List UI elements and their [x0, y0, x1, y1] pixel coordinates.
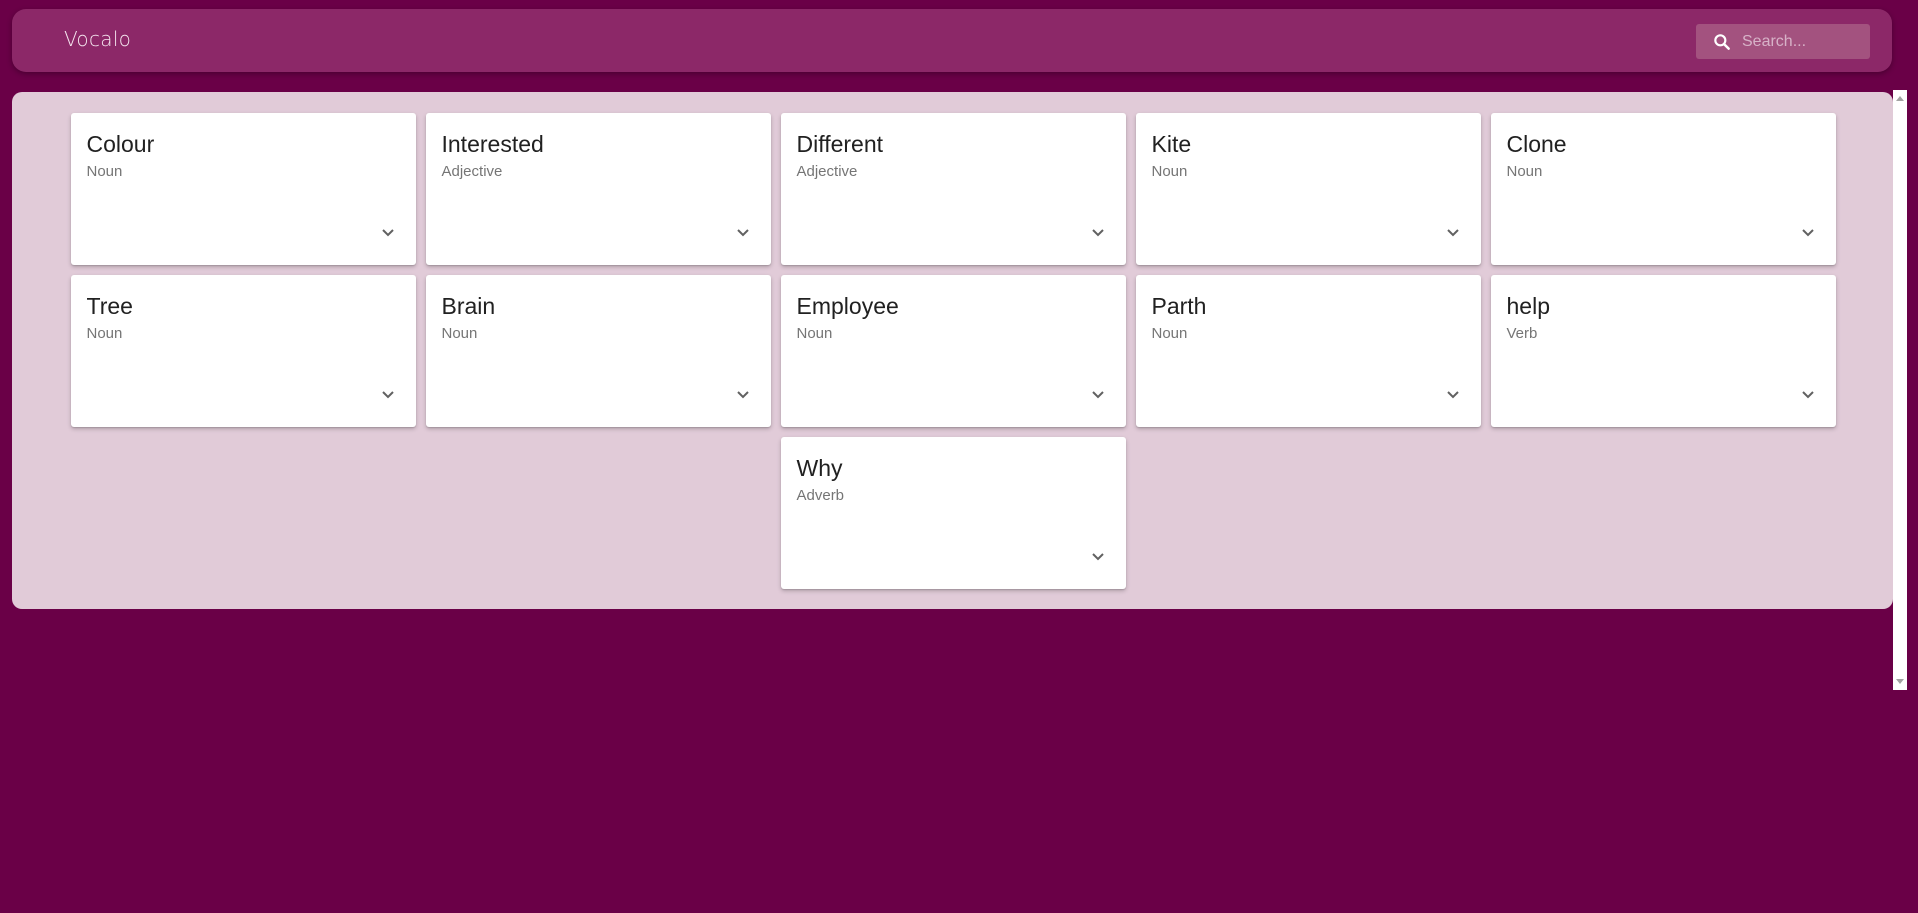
word-card-grid: Colour Noun Interested Adjective Differe… — [70, 113, 1836, 589]
chevron-down-icon — [1091, 391, 1104, 399]
card-word: Kite — [1151, 131, 1192, 157]
word-card[interactable]: Why Adverb — [780, 437, 1126, 589]
word-card[interactable]: Colour Noun — [70, 113, 416, 265]
expand-button[interactable] — [1796, 221, 1820, 245]
expand-button[interactable] — [1441, 383, 1465, 407]
chevron-down-icon — [381, 229, 394, 237]
chevron-down-icon — [736, 229, 749, 237]
word-card[interactable]: Parth Noun — [1135, 275, 1481, 427]
card-part-of-speech: Noun — [86, 325, 123, 342]
search-box[interactable] — [1696, 24, 1870, 59]
chevron-down-icon — [1091, 553, 1104, 561]
expand-button[interactable] — [1086, 383, 1110, 407]
card-part-of-speech: Verb — [1506, 325, 1538, 342]
chevron-down-icon — [1801, 391, 1814, 399]
card-word: Different — [796, 131, 884, 157]
scrollbar[interactable] — [1893, 90, 1907, 690]
word-card[interactable]: Kite Noun — [1135, 113, 1481, 265]
card-word: Interested — [441, 131, 544, 157]
expand-button[interactable] — [1086, 221, 1110, 245]
chevron-down-icon — [1446, 229, 1459, 237]
card-word: Why — [796, 455, 843, 481]
expand-button[interactable] — [376, 221, 400, 245]
word-card[interactable]: help Verb — [1490, 275, 1836, 427]
card-part-of-speech: Adjective — [441, 163, 503, 180]
card-part-of-speech: Noun — [1506, 163, 1543, 180]
card-word: Tree — [86, 293, 133, 319]
word-card[interactable]: Employee Noun — [780, 275, 1126, 427]
chevron-down-icon — [1801, 229, 1814, 237]
chevron-down-icon — [381, 391, 394, 399]
scroll-up-arrow-icon[interactable] — [1896, 96, 1904, 101]
card-word: Colour — [86, 131, 155, 157]
expand-button[interactable] — [1086, 545, 1110, 569]
card-word: help — [1506, 293, 1550, 319]
app-bar: Vocalo — [12, 9, 1892, 72]
expand-button[interactable] — [731, 221, 755, 245]
card-part-of-speech: Adjective — [796, 163, 858, 180]
word-card[interactable]: Different Adjective — [780, 113, 1126, 265]
chevron-down-icon — [1091, 229, 1104, 237]
app-title[interactable]: Vocalo — [64, 27, 131, 51]
card-part-of-speech: Noun — [86, 163, 123, 180]
search-input[interactable] — [1742, 24, 1862, 59]
word-card[interactable]: Brain Noun — [425, 275, 771, 427]
expand-button[interactable] — [1441, 221, 1465, 245]
word-card[interactable]: Clone Noun — [1490, 113, 1836, 265]
search-icon — [1714, 34, 1730, 50]
expand-button[interactable] — [1796, 383, 1820, 407]
expand-button[interactable] — [731, 383, 755, 407]
card-part-of-speech: Noun — [1151, 325, 1188, 342]
chevron-down-icon — [1446, 391, 1459, 399]
card-part-of-speech: Noun — [1151, 163, 1188, 180]
card-part-of-speech: Noun — [796, 325, 833, 342]
card-part-of-speech: Adverb — [796, 487, 845, 504]
word-card[interactable]: Tree Noun — [70, 275, 416, 427]
card-word: Brain — [441, 293, 496, 319]
word-card[interactable]: Interested Adjective — [425, 113, 771, 265]
card-part-of-speech: Noun — [441, 325, 478, 342]
card-word: Clone — [1506, 131, 1567, 157]
chevron-down-icon — [736, 391, 749, 399]
expand-button[interactable] — [376, 383, 400, 407]
card-word: Employee — [796, 293, 899, 319]
scroll-down-arrow-icon[interactable] — [1896, 679, 1904, 684]
card-word: Parth — [1151, 293, 1207, 319]
